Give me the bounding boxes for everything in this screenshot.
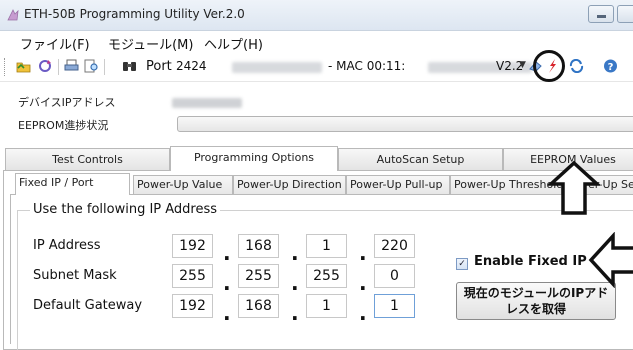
ip-address-label: IP Address [33,238,101,253]
ip-address-octet-3[interactable]: 1 [306,234,347,258]
refresh-icon[interactable] [38,59,53,73]
main-tabs: Test Controls Programming Options AutoSc… [0,146,633,171]
get-current-ip-button-line2: レスを取得 [505,302,566,316]
ip-address-octet-2[interactable]: 168 [238,234,279,258]
octet-separator: . [359,241,367,265]
annotation-up-arrow [548,160,600,215]
subnet-mask-label: Subnet Mask [33,268,117,283]
default-gateway-label: Default Gateway [33,298,143,313]
device-select[interactable]: - MAC 00:11: V2.2 ▼ [214,56,532,78]
window-title: ETH-50B Programming Utility Ver.2.0 [24,7,245,21]
tab-power-up-direction[interactable]: Power-Up Direction [233,175,346,194]
octet-separator: . [291,241,299,265]
ip-address-octet-1[interactable]: 192 [172,234,213,258]
help-icon[interactable]: ? [603,59,618,73]
open-icon[interactable] [16,59,31,73]
maximize-button[interactable] [617,5,633,23]
octet-separator: . [223,271,231,295]
tab-autoscan-setup[interactable]: AutoScan Setup [338,148,503,170]
ip-address-octet-4[interactable]: 220 [374,234,415,258]
find-icon[interactable] [84,59,99,73]
subnet-mask-octet-3[interactable]: 255 [306,264,347,288]
subnet-mask-octet-2[interactable]: 255 [238,264,279,288]
octet-separator: . [359,301,367,325]
menu-help[interactable]: ヘルプ(H) [204,34,263,53]
gateway-octet-1[interactable]: 192 [172,294,213,318]
subnet-mask-octet-4[interactable]: 0 [374,264,415,288]
octet-separator: . [223,241,231,265]
menu-module[interactable]: モジュール(M) [108,34,193,53]
device-ip-redacted [172,98,242,108]
svg-text:?: ? [608,62,614,73]
menu-bar: ファイル(F) モジュール(M) ヘルプ(H) [0,31,633,53]
print-icon[interactable] [64,59,79,73]
binoculars-icon[interactable] [122,59,137,73]
title-bar: ETH-50B Programming Utility Ver.2.0 [0,0,633,31]
annotation-left-arrow [588,232,633,288]
minimize-button[interactable] [588,5,614,23]
gateway-octet-3[interactable]: 1 [306,294,347,318]
tab-programming-options[interactable]: Programming Options [170,146,338,171]
port-input[interactable]: 2424 [176,59,207,73]
tab-fixed-ip-port[interactable]: Fixed IP / Port [15,173,130,195]
gateway-octet-4[interactable]: 1 [374,294,415,318]
enable-fixed-ip-checkbox[interactable]: ✓ [456,258,468,270]
octet-separator: . [359,271,367,295]
sync-icon[interactable] [569,59,584,73]
port-label: Port [146,59,172,74]
octet-separator: . [223,301,231,325]
toolbar-grip [4,58,8,76]
tab-power-up-value[interactable]: Power-Up Value [133,175,233,194]
tab-test-controls[interactable]: Test Controls [5,148,170,170]
annotation-circle [533,50,565,82]
device-mac-label: - MAC 00:11: [328,59,406,73]
chevron-down-icon[interactable]: ▼ [519,60,526,70]
enable-fixed-ip-label[interactable]: Enable Fixed IP [474,254,587,269]
eeprom-progress-label: EEPROM進捗状況 [18,119,109,132]
gateway-octet-2[interactable]: 168 [238,294,279,318]
eeprom-progress-bar [177,116,633,132]
device-ip-label: デバイスIPアドレス [18,96,116,109]
toolbar-separator [104,59,105,75]
ip-group-title: Use the following IP Address [30,202,221,217]
menu-file[interactable]: ファイル(F) [20,34,90,53]
tab-power-up-threshold[interactable]: Power-Up Threshold [450,175,562,194]
toolbar-separator [58,59,59,75]
octet-separator: . [291,301,299,325]
tab-power-up-pull-up[interactable]: Power-Up Pull-up [346,175,450,194]
device-name-redacted [232,62,322,73]
app-icon [7,9,19,21]
octet-separator: . [291,271,299,295]
subnet-mask-octet-1[interactable]: 255 [172,264,213,288]
